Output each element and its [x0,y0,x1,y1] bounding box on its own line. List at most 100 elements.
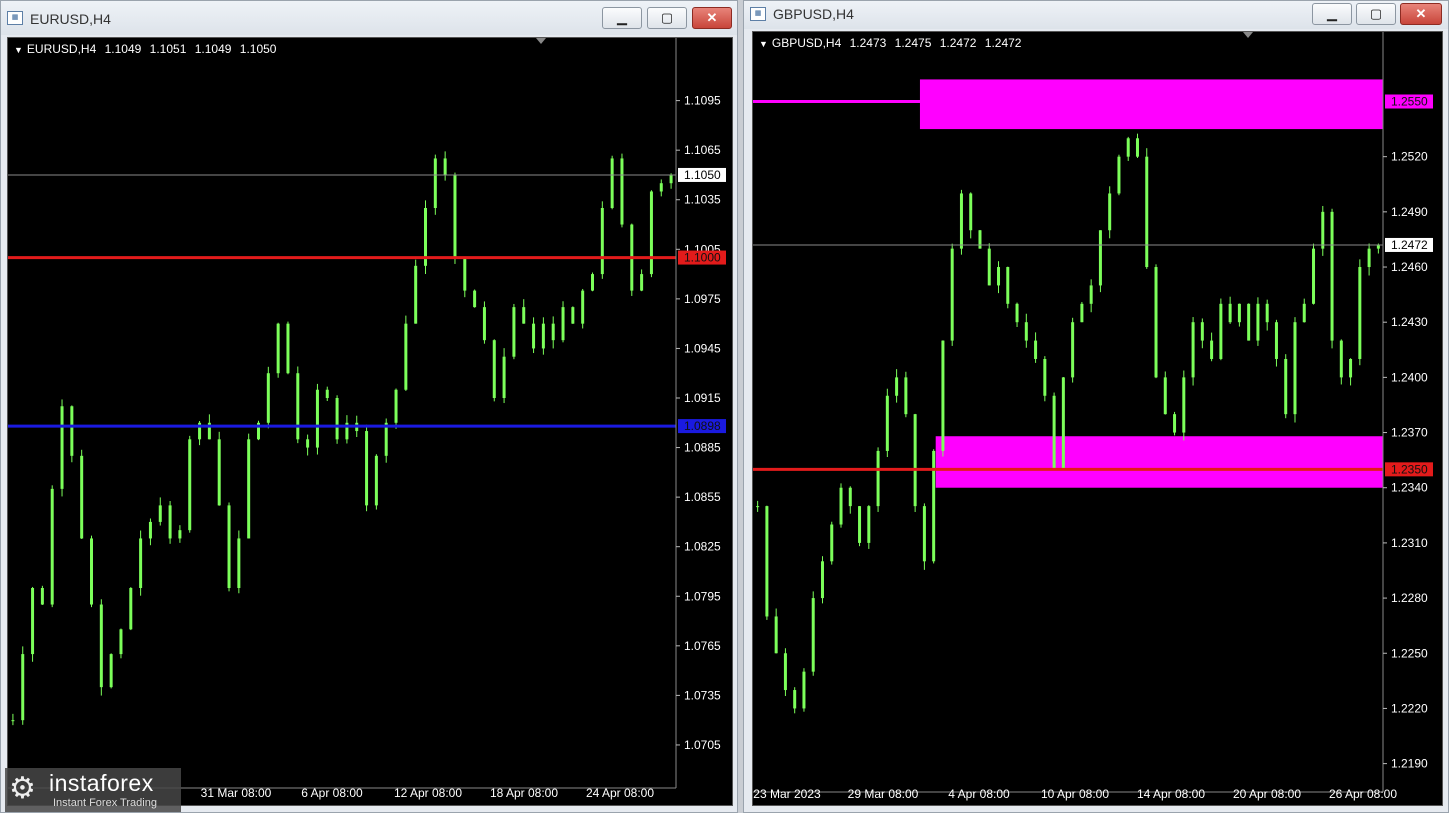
close-button[interactable]: ✕ [1400,3,1442,25]
price-bar-body [482,307,486,341]
price-bar-body [1237,303,1241,323]
price-bar-body [1228,303,1232,323]
price-bar-body [119,629,123,655]
price-bar-body [139,538,143,588]
price-bar-body [1339,340,1343,378]
minimize-button[interactable]: ▁ [1312,3,1352,25]
price-bar-body [885,395,889,451]
price-bar-body [1024,322,1028,341]
close-button[interactable]: ✕ [692,7,732,29]
instaforex-watermark: ⚙ instaforex Instant Forex Trading [5,768,181,812]
chart-window-icon: ▦ [7,11,23,25]
price-bar-body [600,208,604,275]
price-bar-body [561,307,565,341]
price-bar-body [286,323,290,374]
price-bar-body [1358,267,1362,359]
price-bar-body [50,488,54,605]
price-bar-body [1312,248,1316,304]
window-title: GBPUSD,H4 [773,6,854,22]
price-bar-body [512,307,516,357]
supply-zone [919,79,1383,130]
price-bar-body [80,455,84,539]
symbol-label: GBPUSD,H4 [771,36,842,50]
price-bar-body [335,398,339,440]
price-bar-body [276,323,280,374]
price-bar-body [571,307,575,324]
price-bar-body [669,174,673,184]
price-bar-body [1219,303,1223,359]
price-axis-label: 1.2190 [1391,757,1428,771]
price-axis-label: 1.2310 [1391,536,1428,550]
price-bar-body [620,158,624,225]
resistance-line-tag-label: 1.1000 [684,251,721,265]
price-bar-body [1135,138,1139,157]
price-bar-body [591,274,594,291]
price-bar-body [969,193,973,231]
price-bar-body [374,455,378,506]
price-axis-label: 1.2250 [1391,646,1428,660]
price-bar-body [1274,322,1278,359]
window-titlebar[interactable]: ▦ GBPUSD,H4 ▁ ▢ ✕ [744,1,1448,29]
close-price: 1.2472 [984,36,1022,50]
dropdown-triangle-icon[interactable]: ▼ [14,45,23,55]
price-axis-label: 1.2490 [1391,205,1428,219]
price-bar-body [551,323,555,341]
price-bar-body [904,377,908,415]
price-bar-body [756,506,760,508]
price-axis-label: 1.0885 [684,441,721,455]
window-titlebar[interactable]: ▦ EURUSD,H4 ▁ ▢ ✕ [1,1,737,35]
time-axis-label: 26 Apr 08:00 [1329,787,1397,801]
price-bar-body [848,487,852,507]
price-bar-body [70,406,74,456]
price-bar-body [820,561,824,599]
time-axis-label: 4 Apr 08:00 [948,787,1010,801]
demand-zone [935,436,1383,488]
price-bar-body [188,439,192,531]
price-bar-body [987,248,991,286]
symbol-info-bar: ▼ GBPUSD,H4 1.2473 1.2475 1.2472 1.2472 [759,36,1026,50]
price-bar-body [1061,377,1065,470]
price-bar-body [959,193,963,249]
dropdown-triangle-icon[interactable]: ▼ [759,39,768,49]
price-chart[interactable]: 1.1095 1.1065 1.1035 1.1005 1.0975 1.0945 1.09… [7,37,733,806]
low-price: 1.1049 [194,42,232,56]
price-bar-body [793,690,797,709]
candlestick-chart-gbpusd[interactable]: 1.2520 1.2490 1.2460 1.2430 1.2400 1.2370 1.23… [753,32,1442,805]
maximize-button[interactable]: ▢ [1356,3,1396,25]
minimize-button[interactable]: ▁ [602,7,642,29]
price-chart[interactable]: 1.2520 1.2490 1.2460 1.2430 1.2400 1.2370 1.23… [752,31,1443,806]
price-bar-body [60,406,64,489]
price-bar-body [158,505,162,522]
price-bar-body [522,307,526,324]
price-bar-body [129,588,133,630]
price-bar-body [1330,211,1334,341]
price-axis-label: 1.1095 [684,94,721,108]
price-bar-body [1098,230,1102,286]
price-bar-body [1302,303,1306,323]
price-bar-body [365,431,369,506]
price-bar-body [1006,267,1010,304]
price-bar-body [783,653,787,691]
price-bar-body [443,158,447,175]
price-axis-label: 1.0825 [684,540,721,554]
price-bar-body [1154,267,1158,378]
price-bar-body [247,439,251,539]
price-bar-body [1247,303,1251,341]
price-bar-body [1367,248,1371,268]
time-axis-label: 23 Mar 2023 [753,787,821,801]
maximize-button[interactable]: ▢ [647,7,687,29]
candlestick-chart-eurusd[interactable]: 1.10951.10651.10351.10051.09751.09451.09… [8,38,732,805]
price-bar-body [178,530,182,539]
price-bar-body [774,616,778,654]
price-bar-body [315,389,319,448]
price-bar-body [1256,303,1260,341]
price-axis-label: 1.1035 [684,193,721,207]
price-bar-body [1015,303,1019,323]
price-axis-label: 1.0705 [684,738,721,752]
time-axis-label: 29 Mar 08:00 [848,787,919,801]
support-line-tag-label: 1.0898 [684,419,721,433]
price-bar-body [1191,322,1195,378]
price-bar-body [40,588,44,605]
price-bar-body [1163,377,1167,415]
price-bar-body [325,389,329,398]
